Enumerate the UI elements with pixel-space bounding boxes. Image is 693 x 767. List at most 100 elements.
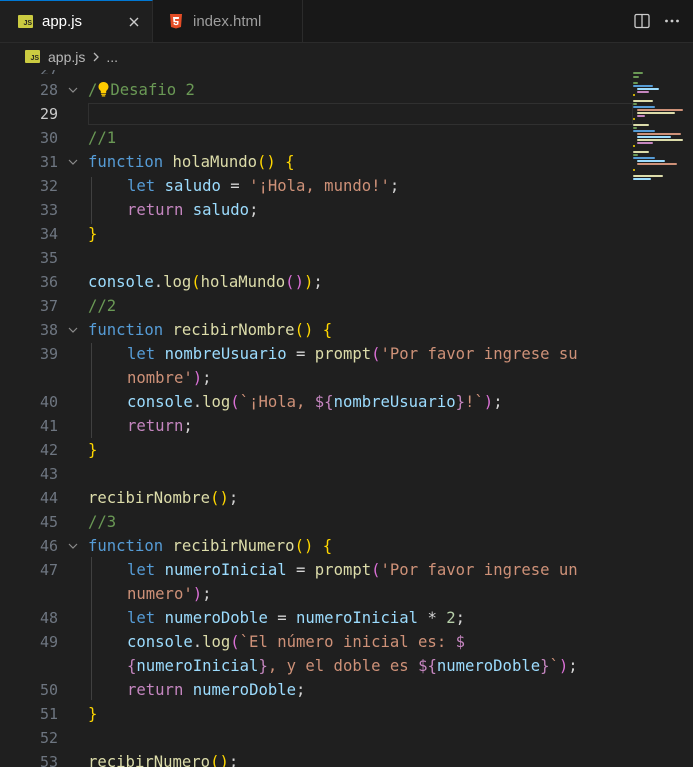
line-number: 43 [39,465,58,483]
code-line: 51 } [0,702,640,726]
code-text: nombre'); [127,369,212,387]
code-line: 50 return numeroDoble; [0,678,640,702]
code-line: 30 //1 [0,126,640,150]
editor-tab-bar: JS app.js index.html [0,0,693,43]
line-number: 53 [39,753,58,767]
code-text: } [88,705,98,723]
code-text: numero'); [127,585,212,603]
line-number: 29 [39,105,58,123]
code-text: return numeroDoble; [127,681,306,699]
line-number: 36 [39,273,58,291]
line-number: 50 [39,681,58,699]
code-text: let numeroInicial = prompt('Por favor in… [127,561,578,579]
code-line: 28 /Desafio 2 [0,78,640,102]
code-line: 37 //2 [0,294,640,318]
line-number: 42 [39,441,58,459]
split-editor-icon[interactable] [633,12,651,30]
code-line: 31 function holaMundo() { [0,150,640,174]
code-text: recibirNombre(); [88,489,239,507]
code-line-wrapped: {numeroInicial}, y el doble es ${numeroD… [0,654,640,678]
code-text: return; [127,417,193,435]
line-number: 51 [39,705,58,723]
line-number: 41 [39,417,58,435]
code-line: 43 [0,462,640,486]
code-text: console.log(holaMundo()); [88,273,323,291]
lightbulb-icon[interactable] [97,81,110,97]
code-line: 41 return; [0,414,640,438]
code-line: 35 [0,246,640,270]
code-text: } [88,441,98,459]
code-line: 47 let numeroInicial = prompt('Por favor… [0,558,640,582]
line-number: 34 [39,225,58,243]
code-line: 33 return saludo; [0,198,640,222]
line-number: 32 [39,177,58,195]
code-line: 44 recibirNombre(); [0,486,640,510]
line-number: 48 [39,609,58,627]
code-line: 39 let nombreUsuario = prompt('Por favor… [0,342,640,366]
code-editor[interactable]: 27 28 /Desafio 2 29 30 //1 31 function h… [0,70,693,767]
close-icon[interactable] [126,14,142,30]
chevron-down-icon[interactable] [67,540,79,552]
js-file-icon: JS [18,15,33,28]
code-line: 36 console.log(holaMundo()); [0,270,640,294]
code-line: 38 function recibirNombre() { [0,318,640,342]
chevron-down-icon[interactable] [67,84,79,96]
js-file-icon: JS [25,50,40,63]
code-text: let saludo = '¡Hola, mundo!'; [127,177,400,195]
code-line: 40 console.log(`¡Hola, ${nombreUsuario}!… [0,390,640,414]
breadcrumb-file[interactable]: app.js [48,49,85,65]
tab-label: index.html [193,12,262,30]
code-line: 32 let saludo = '¡Hola, mundo!'; [0,174,640,198]
line-number: 39 [39,345,58,363]
code-text: console.log(`¡Hola, ${nombreUsuario}!`); [127,393,503,411]
code-line-current[interactable]: 29 [0,102,640,126]
line-number: 45 [39,513,58,531]
breadcrumb: JS app.js ... [0,43,693,70]
more-actions-icon[interactable] [663,12,681,30]
code-line: 53 recibirNumero(); [0,750,640,767]
code-line-wrapped: nombre'); [0,366,640,390]
line-number: 33 [39,201,58,219]
line-number: 35 [39,249,58,267]
html5-file-icon [170,14,182,29]
code-text: //2 [88,297,117,315]
line-number: 37 [39,297,58,315]
line-number: 38 [39,321,58,339]
code-text: function holaMundo() { [88,153,295,171]
chevron-right-icon [93,52,100,61]
line-number-partial: 27 [0,70,58,74]
code-text: //1 [88,129,117,147]
code-line-wrapped: numero'); [0,582,640,606]
code-text: let nombreUsuario = prompt('Por favor in… [127,345,578,363]
tab-app-js[interactable]: JS app.js [0,0,153,42]
code-text: recibirNumero(); [88,753,239,767]
code-text: / Desafio 2 [88,81,195,99]
code-text: function recibirNumero() { [88,537,333,555]
line-number: 44 [39,489,58,507]
chevron-down-icon[interactable] [67,156,79,168]
line-number: 52 [39,729,58,747]
minimap[interactable] [629,70,693,190]
code-line: 48 let numeroDoble = numeroInicial * 2; [0,606,640,630]
line-number: 31 [39,153,58,171]
code-text: {numeroInicial}, y el doble es ${numeroD… [127,657,578,675]
code-line: 45 //3 [0,510,640,534]
code-text: return saludo; [127,201,259,219]
editor-actions [633,0,693,42]
line-number: 28 [39,81,58,99]
code-text: let numeroDoble = numeroInicial * 2; [127,609,466,627]
line-number: 30 [39,129,58,147]
chevron-down-icon[interactable] [67,324,79,336]
code-line: 34 } [0,222,640,246]
line-number: 46 [39,537,58,555]
tab-label: app.js [42,13,83,30]
code-line: 46 function recibirNumero() { [0,534,640,558]
code-text: //3 [88,513,117,531]
code-text: } [88,225,98,243]
tab-index-html[interactable]: index.html [153,0,303,42]
line-number: 49 [39,633,58,651]
code-text: console.log(`El número inicial es: $ [127,633,465,651]
line-number: 40 [39,393,58,411]
breadcrumb-more[interactable]: ... [106,49,118,65]
code-text: function recibirNombre() { [88,321,333,339]
